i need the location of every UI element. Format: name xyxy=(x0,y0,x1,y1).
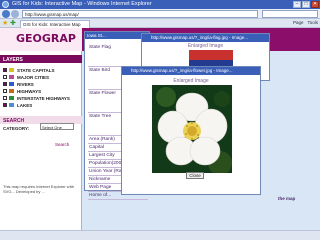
layer-checkbox[interactable] xyxy=(3,103,7,107)
layer-item-lakes[interactable]: LAKES xyxy=(3,102,81,108)
tab-gis-map[interactable]: GIS for Kids: Interactive Map xyxy=(20,20,90,28)
layer-swatch xyxy=(9,75,14,79)
info-row-state-flag[interactable]: State Flag xyxy=(88,44,148,67)
layer-label: STATE CAPITALS xyxy=(17,67,55,73)
layer-label: HIGHWAYS xyxy=(17,88,42,94)
layer-swatch xyxy=(9,89,14,93)
requirements-note: This map requires Internet Explorer with… xyxy=(3,184,74,194)
add-favorites-icon[interactable]: ✚ xyxy=(10,20,17,27)
browser-search-input[interactable] xyxy=(262,10,318,18)
minimize-button[interactable]: – xyxy=(293,1,301,8)
browser-window: GIS for Kids: Interactive Map - Windows … xyxy=(0,0,320,240)
layer-checkbox[interactable] xyxy=(3,75,7,79)
sidebar: LAYERS STATE CAPITALS MAJOR CITIES RIVER… xyxy=(0,51,82,240)
flag-popup-title-bar[interactable]: http://www.gismap.us/?_img/ia-flag.jpg -… xyxy=(142,34,269,42)
status-bar xyxy=(0,230,320,240)
ie-logo-icon xyxy=(2,1,9,8)
layer-checkbox[interactable] xyxy=(3,68,7,72)
flag-popup-heading: Enlarged Image xyxy=(187,43,224,49)
tools-menu[interactable]: Tools xyxy=(307,20,318,25)
address-bar-row: http://www.gismap.us/map/ xyxy=(0,9,320,19)
back-button[interactable] xyxy=(2,10,10,18)
forward-button[interactable] xyxy=(11,10,19,18)
layer-item-state-capitals[interactable]: STATE CAPITALS xyxy=(3,67,81,73)
layer-list: STATE CAPITALS MAJOR CITIES RIVERS HIGHW… xyxy=(3,67,81,109)
address-input[interactable]: http://www.gismap.us/map/ xyxy=(22,10,258,18)
layer-swatch xyxy=(9,82,14,86)
window-title: GIS for Kids: Interactive Map - Windows … xyxy=(12,1,152,7)
map-footer-text: the map xyxy=(278,196,296,201)
layer-label: RIVERS xyxy=(17,81,34,87)
layer-swatch xyxy=(9,68,14,72)
layer-label: MAJOR CITIES xyxy=(17,74,50,80)
layer-swatch xyxy=(9,96,14,100)
close-button[interactable]: Close xyxy=(186,172,204,179)
flower-image-popup: http://www.gismap.us/?_img/ia-flower.jpg… xyxy=(121,66,261,195)
tab-row: ★ ✚ GIS for Kids: Interactive Map Page T… xyxy=(0,19,320,28)
browser-title-bar: GIS for Kids: Interactive Map - Windows … xyxy=(0,0,320,9)
close-window-button[interactable]: ✕ xyxy=(311,1,319,8)
layer-checkbox[interactable] xyxy=(3,82,7,86)
layer-item-major-cities[interactable]: MAJOR CITIES xyxy=(3,74,81,80)
layer-item-rivers[interactable]: RIVERS xyxy=(3,81,81,87)
site-logo: GEOGRAP xyxy=(16,32,76,45)
layer-checkbox[interactable] xyxy=(3,96,7,100)
layer-item-interstate-highways[interactable]: INTERSTATE HIGHWAYS xyxy=(3,95,81,101)
layer-checkbox[interactable] xyxy=(3,89,7,93)
flower-popup-title-bar[interactable]: http://www.gismap.us/?_img/ia-flower.jpg… xyxy=(122,67,260,75)
logo-panel: GEOGRAP xyxy=(0,28,82,51)
layer-label: LAKES xyxy=(17,102,33,108)
state-info-title-bar[interactable]: Iowa St... xyxy=(85,32,149,39)
layer-item-highways[interactable]: HIGHWAYS xyxy=(3,88,81,94)
category-label: CATEGORY: xyxy=(3,126,30,131)
search-button[interactable]: Search xyxy=(55,142,69,147)
maximize-button[interactable]: □ xyxy=(302,1,310,8)
window-controls: – □ ✕ xyxy=(293,1,319,8)
flower-popup-heading: Enlarged Image xyxy=(173,78,209,84)
flag-red-stripe xyxy=(189,50,233,60)
state-flower-photo xyxy=(152,85,232,173)
command-bar: Page Tools xyxy=(293,20,318,25)
layers-title: LAYERS xyxy=(0,55,82,63)
layer-label: INTERSTATE HIGHWAYS xyxy=(17,95,70,101)
category-select[interactable]: Select One xyxy=(40,123,74,130)
page-menu[interactable]: Page xyxy=(293,20,304,25)
layer-swatch xyxy=(9,103,14,107)
favorites-star-icon[interactable]: ★ xyxy=(2,20,9,27)
